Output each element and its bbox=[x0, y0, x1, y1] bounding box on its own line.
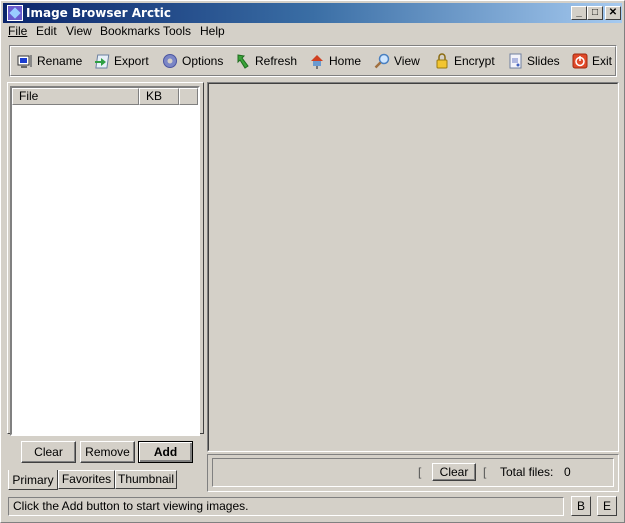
window-title: Image Browser Arctic bbox=[26, 6, 172, 20]
view-button[interactable]: View bbox=[374, 52, 420, 70]
menu-label: View bbox=[66, 24, 92, 38]
refresh-label: Refresh bbox=[255, 54, 298, 68]
power-icon bbox=[572, 53, 588, 69]
clear-list-button[interactable]: Clear bbox=[21, 441, 76, 463]
bracket-right: [ bbox=[483, 465, 487, 479]
view-label: View bbox=[394, 54, 420, 68]
close-button[interactable]: ✕ bbox=[605, 6, 621, 20]
total-files-value: 0 bbox=[564, 465, 571, 479]
status-bar: Click the Add button to start viewing im… bbox=[8, 497, 564, 516]
encrypt-label: Encrypt bbox=[454, 54, 495, 68]
menu-label: Help bbox=[200, 24, 225, 38]
e-button[interactable]: E bbox=[597, 496, 617, 516]
tab-favorites[interactable]: Favorites bbox=[58, 470, 115, 489]
minimize-button[interactable]: _ bbox=[571, 6, 587, 20]
column-header-file[interactable]: File bbox=[12, 88, 139, 105]
column-header-filler bbox=[179, 88, 198, 105]
slides-button[interactable]: Slides bbox=[507, 52, 560, 70]
exit-button[interactable]: Exit bbox=[572, 52, 612, 70]
home-label: Home bbox=[329, 54, 362, 68]
menu-item-bookmarks[interactable]: Bookmarks bbox=[100, 24, 160, 38]
bracket-left: [ bbox=[418, 465, 422, 479]
home-button[interactable]: Home bbox=[309, 52, 361, 70]
gear-icon bbox=[162, 53, 178, 69]
b-button[interactable]: B bbox=[571, 496, 591, 516]
file-list[interactable]: File KB bbox=[10, 86, 200, 436]
menu-item-help[interactable]: Help bbox=[200, 24, 225, 38]
remove-button[interactable]: Remove bbox=[80, 441, 135, 463]
title-bar: Image Browser Arctic _ □ ✕ bbox=[3, 3, 622, 23]
menu-label: Bookmarks bbox=[100, 24, 161, 38]
menu-item-file[interactable]: File bbox=[8, 24, 27, 38]
rename-label: Rename bbox=[37, 54, 83, 68]
refresh-icon bbox=[235, 53, 251, 69]
export-label: Export bbox=[114, 54, 149, 68]
refresh-button[interactable]: Refresh bbox=[235, 52, 297, 70]
column-header-kb[interactable]: KB bbox=[139, 88, 179, 105]
monitor-icon bbox=[17, 53, 33, 69]
menu-label: File bbox=[8, 24, 28, 38]
exit-label: Exit bbox=[592, 54, 613, 68]
maximize-button[interactable]: □ bbox=[587, 6, 603, 20]
toolbar: Rename Export Options Refresh Home View … bbox=[9, 45, 617, 77]
menu-label: Edit bbox=[36, 24, 57, 38]
file-list-header: File KB bbox=[12, 88, 198, 105]
app-icon bbox=[7, 5, 23, 21]
image-preview-area bbox=[207, 82, 619, 452]
menu-item-tools[interactable]: Tools bbox=[163, 24, 191, 38]
total-files-label: Total files: bbox=[500, 465, 554, 479]
slides-icon bbox=[507, 53, 523, 69]
rename-button[interactable]: Rename bbox=[17, 52, 82, 70]
slides-label: Slides bbox=[527, 54, 560, 68]
export-button[interactable]: Export bbox=[94, 52, 149, 70]
menu-item-edit[interactable]: Edit bbox=[36, 24, 57, 38]
clear-preview-button[interactable]: Clear bbox=[432, 463, 476, 481]
tab-thumbnail[interactable]: Thumbnail bbox=[115, 470, 177, 489]
home-icon bbox=[309, 53, 325, 69]
menu-label: Tools bbox=[163, 24, 192, 38]
options-label: Options bbox=[182, 54, 224, 68]
add-button[interactable]: Add bbox=[138, 441, 193, 463]
tab-primary[interactable]: Primary bbox=[8, 470, 58, 490]
magnifier-icon bbox=[374, 53, 390, 69]
menu-item-view[interactable]: View bbox=[66, 24, 92, 38]
lock-icon bbox=[434, 53, 450, 69]
bottom-info-bar bbox=[212, 458, 614, 487]
options-button[interactable]: Options bbox=[162, 52, 223, 70]
export-icon bbox=[94, 53, 110, 69]
encrypt-button[interactable]: Encrypt bbox=[434, 52, 495, 70]
